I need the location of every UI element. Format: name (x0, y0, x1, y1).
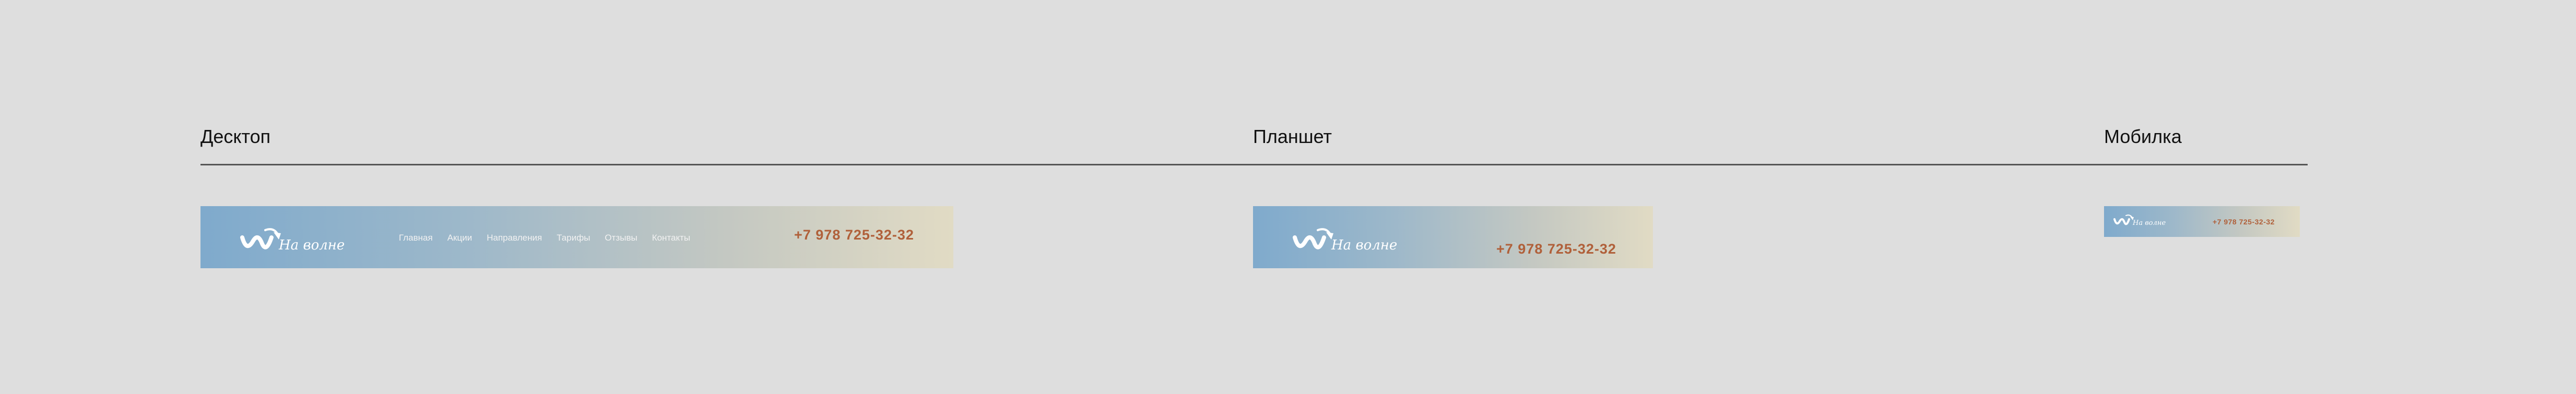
mobile-logo[interactable]: На волне (2113, 213, 2166, 227)
nav-item-contacts[interactable]: Контакты (652, 233, 690, 243)
tablet-section-title: Планшет (1253, 126, 1332, 147)
mobile-section-title: Мобилка (2104, 126, 2182, 147)
mobile-phone-link[interactable]: +7 978 725-32-32 (2213, 218, 2275, 226)
desktop-nav: Главная Акции Направления Тарифы Отзывы … (399, 233, 690, 243)
wave-arrow-icon (240, 228, 281, 249)
nav-item-tariffs[interactable]: Тарифы (557, 233, 590, 243)
tablet-logo[interactable]: На волне (1293, 226, 1398, 253)
wave-arrow-icon (1293, 228, 1333, 249)
nav-item-reviews[interactable]: Отзывы (605, 233, 637, 243)
tablet-header: На волне +7 978 725-32-32 (1253, 206, 1653, 268)
desktop-phone-link[interactable]: +7 978 725-32-32 (794, 227, 914, 243)
desktop-header: На волне Главная Акции Направления Тариф… (200, 206, 953, 268)
section-divider (200, 164, 2308, 165)
mockup-canvas: Десктоп Планшет Мобилка На волне Главная… (0, 0, 2576, 394)
nav-item-promotions[interactable]: Акции (447, 233, 472, 243)
wave-arrow-icon (2113, 214, 2134, 225)
mobile-header: На волне +7 978 725-32-32 (2104, 206, 2300, 237)
nav-item-destinations[interactable]: Направления (487, 233, 542, 243)
desktop-section-title: Десктоп (200, 126, 271, 147)
tablet-phone-link[interactable]: +7 978 725-32-32 (1496, 241, 1616, 257)
logo-text: На волне (1331, 237, 1398, 253)
logo-text: На волне (279, 237, 345, 253)
nav-item-home[interactable]: Главная (399, 233, 433, 243)
desktop-logo[interactable]: На волне (240, 226, 345, 253)
logo-text: На волне (2133, 219, 2166, 227)
